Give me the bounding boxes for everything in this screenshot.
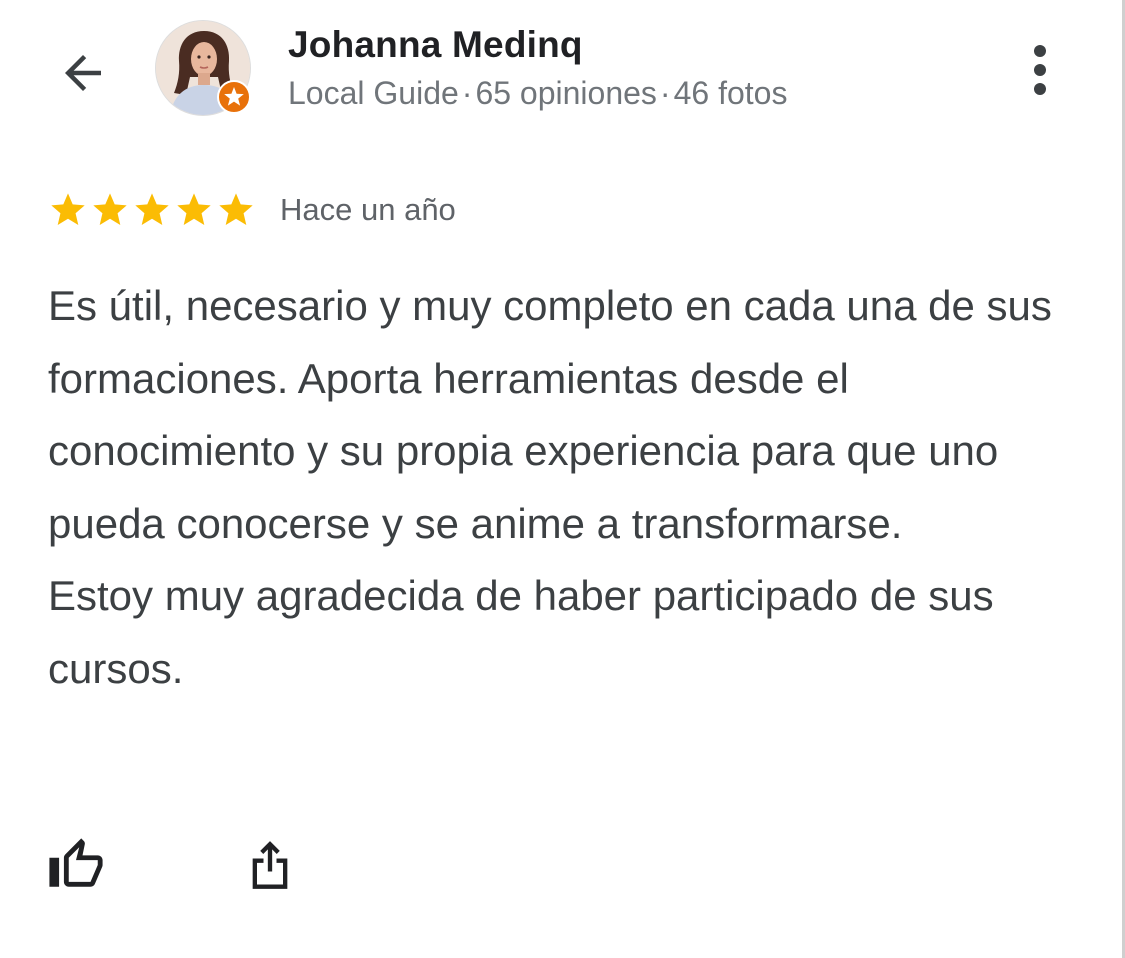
more-options-button[interactable]	[1015, 38, 1065, 102]
star-rating	[48, 190, 258, 230]
thumb-up-icon	[49, 838, 103, 887]
rating-row: Hace un año	[48, 190, 456, 230]
star-icon	[93, 193, 127, 225]
arrow-back-icon	[65, 55, 101, 91]
review-header: Johanna Medinq Local Guide·65 opiniones·…	[0, 0, 1120, 140]
review-text: Es útil, necesario y muy completo en cad…	[48, 270, 1078, 705]
review-paragraph: Estoy muy agradecida de haber participad…	[48, 572, 994, 692]
reviews-count: 65 opiniones	[475, 75, 657, 111]
photos-count: 46 fotos	[673, 75, 788, 111]
avatar[interactable]	[155, 20, 251, 116]
meta-separator: ·	[461, 75, 473, 111]
like-button[interactable]	[40, 829, 112, 901]
star-icon	[177, 193, 211, 225]
review-date: Hace un año	[280, 192, 456, 227]
local-guide-label: Local Guide	[288, 75, 459, 111]
back-button[interactable]	[50, 40, 116, 106]
user-name[interactable]: Johanna Medinq	[288, 24, 583, 66]
review-actions	[40, 830, 306, 900]
share-button[interactable]	[234, 829, 306, 901]
meta-separator: ·	[659, 75, 671, 111]
share-icon	[252, 841, 288, 889]
review-paragraph: Es útil, necesario y muy completo en cad…	[48, 282, 1052, 547]
user-meta: Local Guide·65 opiniones·46 fotos	[288, 75, 787, 112]
local-guide-badge-icon	[217, 80, 251, 114]
star-icon	[219, 193, 253, 225]
star-icon	[51, 193, 85, 225]
star-icon	[135, 193, 169, 225]
more-vert-icon	[1034, 45, 1046, 95]
